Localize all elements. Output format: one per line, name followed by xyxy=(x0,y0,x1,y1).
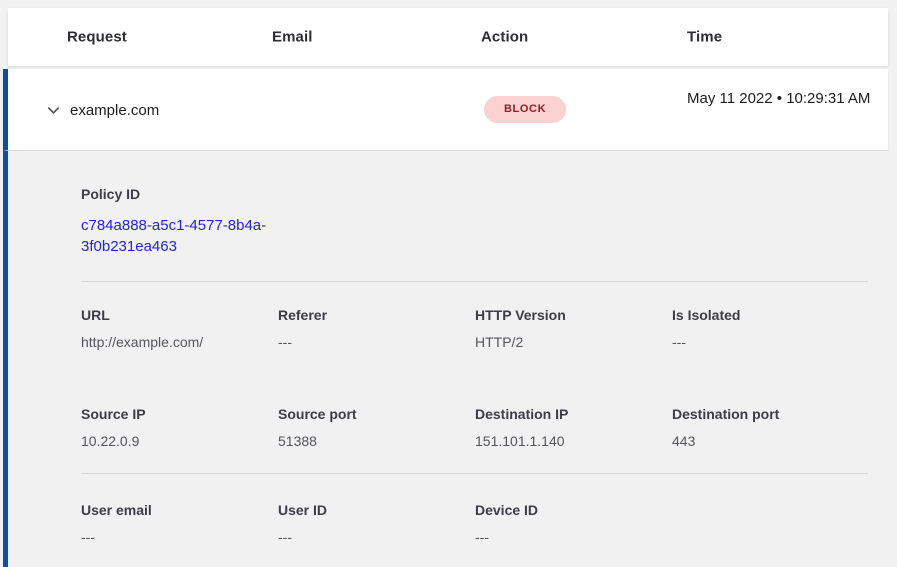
detail-row-http: URL http://example.com/ Referer --- HTTP… xyxy=(81,307,868,350)
field-label: Destination port xyxy=(672,406,868,422)
field-label: User email xyxy=(81,502,278,518)
column-header-action: Action xyxy=(481,29,528,46)
field-value: 151.101.1.140 xyxy=(475,433,672,449)
policy-id-link[interactable]: c784a888-a5c1-4577-8b4a-3f0b231ea463 xyxy=(81,215,291,257)
chevron-down-icon[interactable] xyxy=(44,101,62,119)
field-value: http://example.com/ xyxy=(81,334,278,350)
field-value: --- xyxy=(81,529,278,545)
field-value: --- xyxy=(278,529,475,545)
policy-id-label: Policy ID xyxy=(81,186,868,202)
field-value: --- xyxy=(475,529,672,545)
detail-divider xyxy=(81,281,868,282)
field-label: Is Isolated xyxy=(672,307,868,323)
field-label: Device ID xyxy=(475,502,672,518)
field-label: Source port xyxy=(278,406,475,422)
field-label: Referer xyxy=(278,307,475,323)
gateway-log-viewer: Request Email Action Time example.com BL… xyxy=(0,0,897,567)
detail-row-network: Source IP 10.22.0.9 Source port 51388 De… xyxy=(81,406,868,449)
detail-field-referer: Referer --- xyxy=(278,307,475,350)
field-label: Source IP xyxy=(81,406,278,422)
log-table-row[interactable]: example.com BLOCK May 11 2022 • 10:29:31… xyxy=(3,69,888,150)
detail-field-empty xyxy=(672,502,868,545)
row-time-value: May 11 2022 • 10:29:31 AM xyxy=(687,87,882,111)
detail-field-http-version: HTTP Version HTTP/2 xyxy=(475,307,672,350)
action-status-badge: BLOCK xyxy=(484,96,566,123)
field-value: 51388 xyxy=(278,433,475,449)
column-header-time: Time xyxy=(687,29,722,46)
detail-divider xyxy=(81,473,868,474)
detail-row-user: User email --- User ID --- Device ID --- xyxy=(81,502,868,545)
detail-field-destination-port: Destination port 443 xyxy=(672,406,868,449)
log-detail-panel: Policy ID c784a888-a5c1-4577-8b4a-3f0b23… xyxy=(3,150,888,567)
detail-field-device-id: Device ID --- xyxy=(475,502,672,545)
detail-field-destination-ip: Destination IP 151.101.1.140 xyxy=(475,406,672,449)
field-label: HTTP Version xyxy=(475,307,672,323)
field-label: URL xyxy=(81,307,278,323)
detail-field-user-email: User email --- xyxy=(81,502,278,545)
field-value: --- xyxy=(672,334,868,350)
row-request-value: example.com xyxy=(70,102,159,119)
field-value: HTTP/2 xyxy=(475,334,672,350)
detail-field-source-port: Source port 51388 xyxy=(278,406,475,449)
detail-field-is-isolated: Is Isolated --- xyxy=(672,307,868,350)
column-header-request: Request xyxy=(67,29,127,46)
field-value: 443 xyxy=(672,433,868,449)
column-header-email: Email xyxy=(272,29,313,46)
detail-field-url: URL http://example.com/ xyxy=(81,307,278,350)
field-value: --- xyxy=(278,334,475,350)
field-label: User ID xyxy=(278,502,475,518)
detail-field-source-ip: Source IP 10.22.0.9 xyxy=(81,406,278,449)
detail-field-user-id: User ID --- xyxy=(278,502,475,545)
log-table-header: Request Email Action Time xyxy=(8,8,888,66)
field-label: Destination IP xyxy=(475,406,672,422)
field-value: 10.22.0.9 xyxy=(81,433,278,449)
